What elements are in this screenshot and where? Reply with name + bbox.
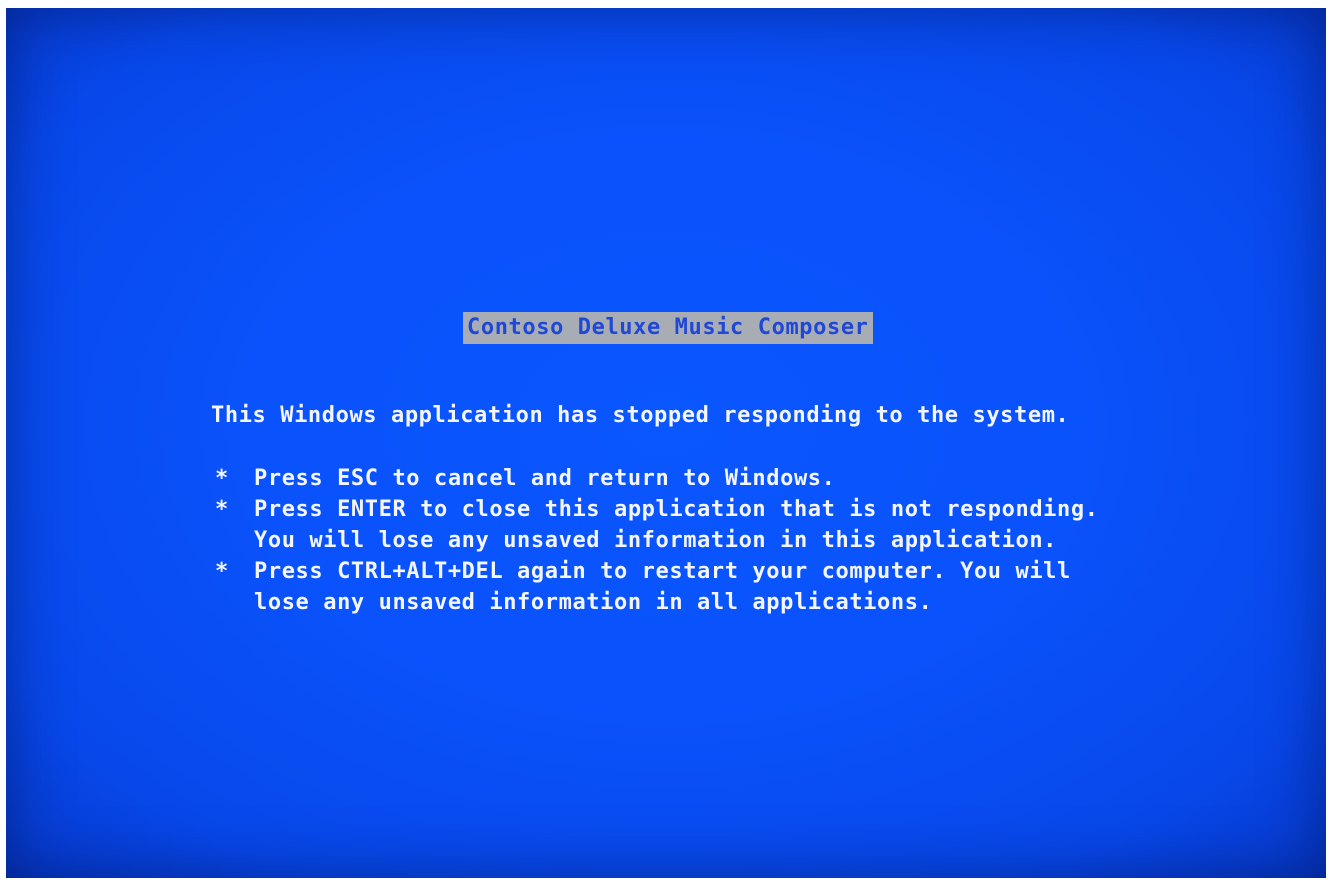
instruction-line: Press ESC to cancel and return to Window… [254,466,836,491]
bullet-marker: * [215,497,229,522]
instruction-line: You will lose any unsaved information in… [254,528,1058,553]
screen-text-area: Contoso Deluxe Music Composer This Windo… [6,8,1326,878]
instruction-list: * Press ESC to cancel and return to Wind… [211,463,1099,618]
bullet-marker: * [215,466,229,491]
bullet-marker: * [215,559,229,584]
error-screen: Contoso Deluxe Music Composer This Windo… [6,8,1326,878]
instruction-item-esc: * Press ESC to cancel and return to Wind… [211,463,1099,494]
instruction-lines: Press CTRL+ALT+DEL again to restart your… [254,556,1071,618]
error-message: This Windows application has stopped res… [211,403,1070,428]
instruction-lines: Press ENTER to close this application th… [254,494,1099,556]
instruction-line: Press ENTER to close this application th… [254,497,1099,522]
instruction-line: Press CTRL+ALT+DEL again to restart your… [254,559,1071,584]
instruction-item-enter: * Press ENTER to close this application … [211,494,1099,556]
instruction-line: lose any unsaved information in all appl… [254,590,933,615]
application-title: Contoso Deluxe Music Composer [463,312,873,344]
instruction-item-ctrl-alt-del: * Press CTRL+ALT+DEL again to restart yo… [211,556,1099,618]
instruction-lines: Press ESC to cancel and return to Window… [254,463,836,494]
